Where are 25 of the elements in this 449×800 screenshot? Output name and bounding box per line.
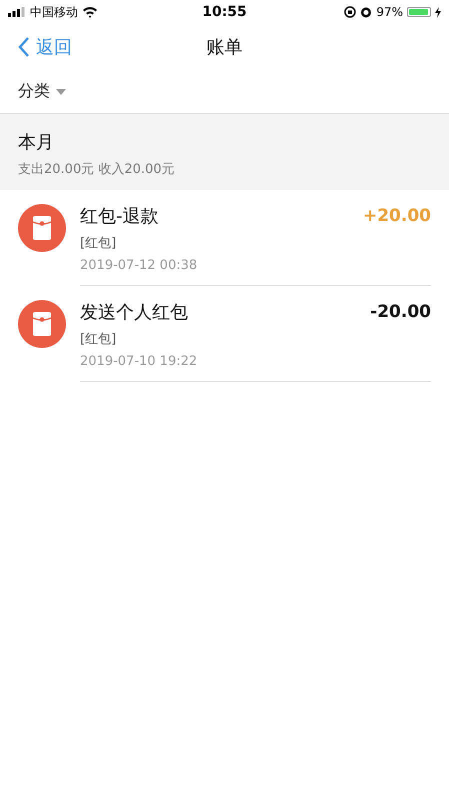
carrier-name: 中国移动 bbox=[30, 4, 78, 20]
battery-percent: 97% bbox=[376, 5, 403, 19]
envelope-icon bbox=[18, 204, 66, 252]
dropdown-caret-icon[interactable] bbox=[56, 88, 66, 94]
transaction-category: [红包] bbox=[80, 235, 118, 252]
transaction-title: 发送个人红包 bbox=[80, 301, 188, 324]
signal-icon bbox=[8, 7, 26, 17]
charging-icon bbox=[435, 6, 441, 18]
transaction-time: 2019-07-10 19:22 bbox=[80, 354, 198, 369]
back-chevron-icon[interactable] bbox=[18, 36, 30, 58]
page-title: 账单 bbox=[206, 36, 242, 59]
transaction-amount: +20.00 bbox=[362, 206, 431, 226]
envelope-icon bbox=[18, 300, 66, 348]
transaction-category: [红包] bbox=[80, 331, 118, 348]
battery-icon bbox=[407, 7, 431, 17]
rotation-lock-icon bbox=[344, 6, 356, 18]
transaction-time: 2019-07-12 00:38 bbox=[80, 258, 198, 273]
category-filter[interactable]: 分类 bbox=[18, 81, 66, 102]
transaction-amount: -20.00 bbox=[370, 302, 431, 322]
transaction-title: 红包-退款 bbox=[80, 205, 158, 228]
alarm-icon bbox=[360, 6, 372, 18]
status-time: 10:55 bbox=[202, 4, 247, 20]
month-title: 本月 bbox=[18, 131, 55, 154]
wifi-icon bbox=[82, 6, 98, 18]
month-summary: 支出20.00元 收入20.00元 bbox=[18, 161, 176, 178]
